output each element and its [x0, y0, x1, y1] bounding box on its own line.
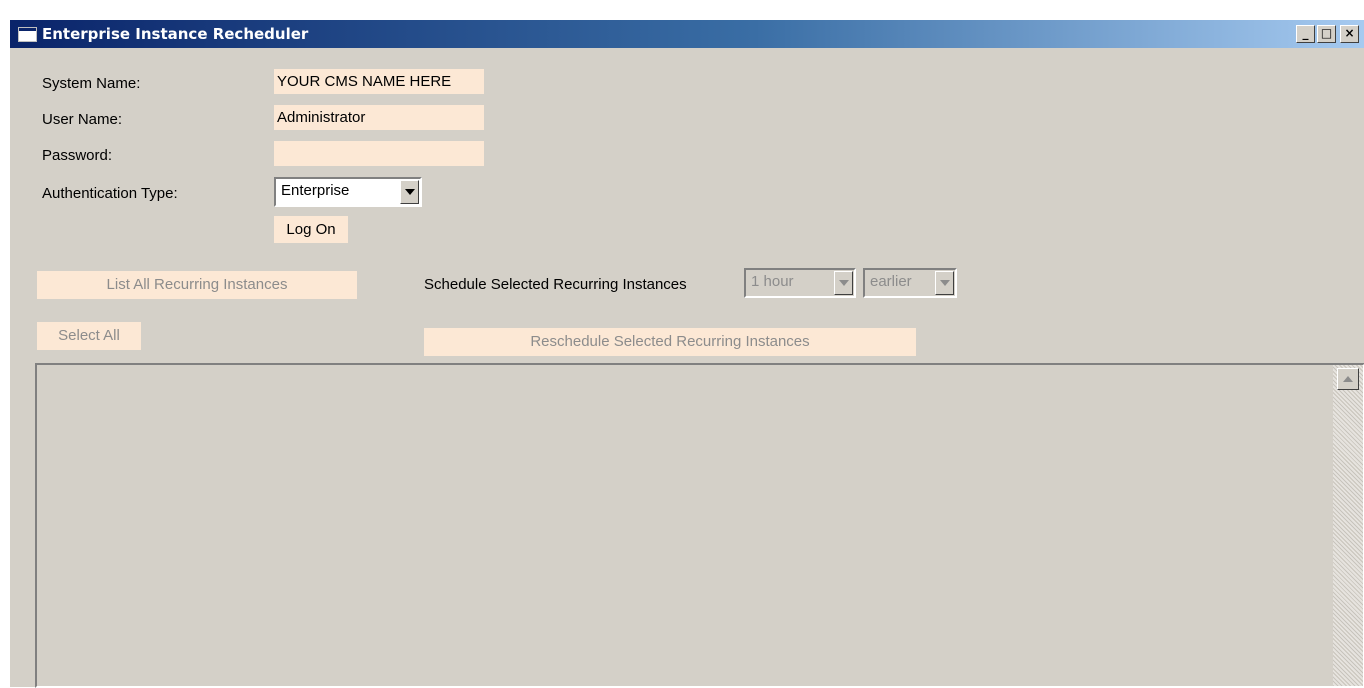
- interval-value: 1 hour: [751, 273, 794, 290]
- scroll-up-icon[interactable]: [1337, 368, 1359, 390]
- list-all-button[interactable]: List All Recurring Instances: [37, 271, 357, 299]
- password-label: Password:: [42, 147, 113, 164]
- instances-list[interactable]: [35, 363, 1364, 688]
- auth-type-value: Enterprise: [281, 182, 350, 199]
- chevron-down-icon[interactable]: [400, 180, 419, 204]
- chevron-down-icon[interactable]: [935, 271, 954, 295]
- auth-type-select[interactable]: Enterprise: [274, 177, 422, 207]
- chevron-down-icon[interactable]: [834, 271, 853, 295]
- maximize-button[interactable]: □: [1317, 25, 1336, 43]
- window-icon: [18, 27, 37, 42]
- user-name-label: User Name:: [42, 111, 123, 128]
- direction-value: earlier: [870, 273, 912, 290]
- system-name-label: System Name:: [42, 75, 141, 92]
- user-name-input[interactable]: Administrator: [274, 105, 484, 130]
- close-button[interactable]: ×: [1340, 25, 1359, 43]
- title-bar[interactable]: Enterprise Instance Recheduler _ □ ×: [10, 20, 1364, 48]
- app-window: Enterprise Instance Recheduler _ □ × Sys…: [9, 19, 1364, 688]
- vertical-scrollbar[interactable]: [1333, 365, 1363, 686]
- logon-button[interactable]: Log On: [274, 216, 348, 243]
- minimize-button[interactable]: _: [1296, 25, 1315, 43]
- auth-type-label: Authentication Type:: [42, 185, 178, 202]
- interval-select[interactable]: 1 hour: [744, 268, 856, 298]
- password-input[interactable]: [274, 141, 484, 166]
- reschedule-button[interactable]: Reschedule Selected Recurring Instances: [424, 328, 916, 356]
- schedule-label: Schedule Selected Recurring Instances: [424, 276, 687, 293]
- window-title: Enterprise Instance Recheduler: [42, 25, 309, 43]
- direction-select[interactable]: earlier: [863, 268, 957, 298]
- system-name-input[interactable]: YOUR CMS NAME HERE: [274, 69, 484, 94]
- select-all-button[interactable]: Select All: [37, 322, 141, 350]
